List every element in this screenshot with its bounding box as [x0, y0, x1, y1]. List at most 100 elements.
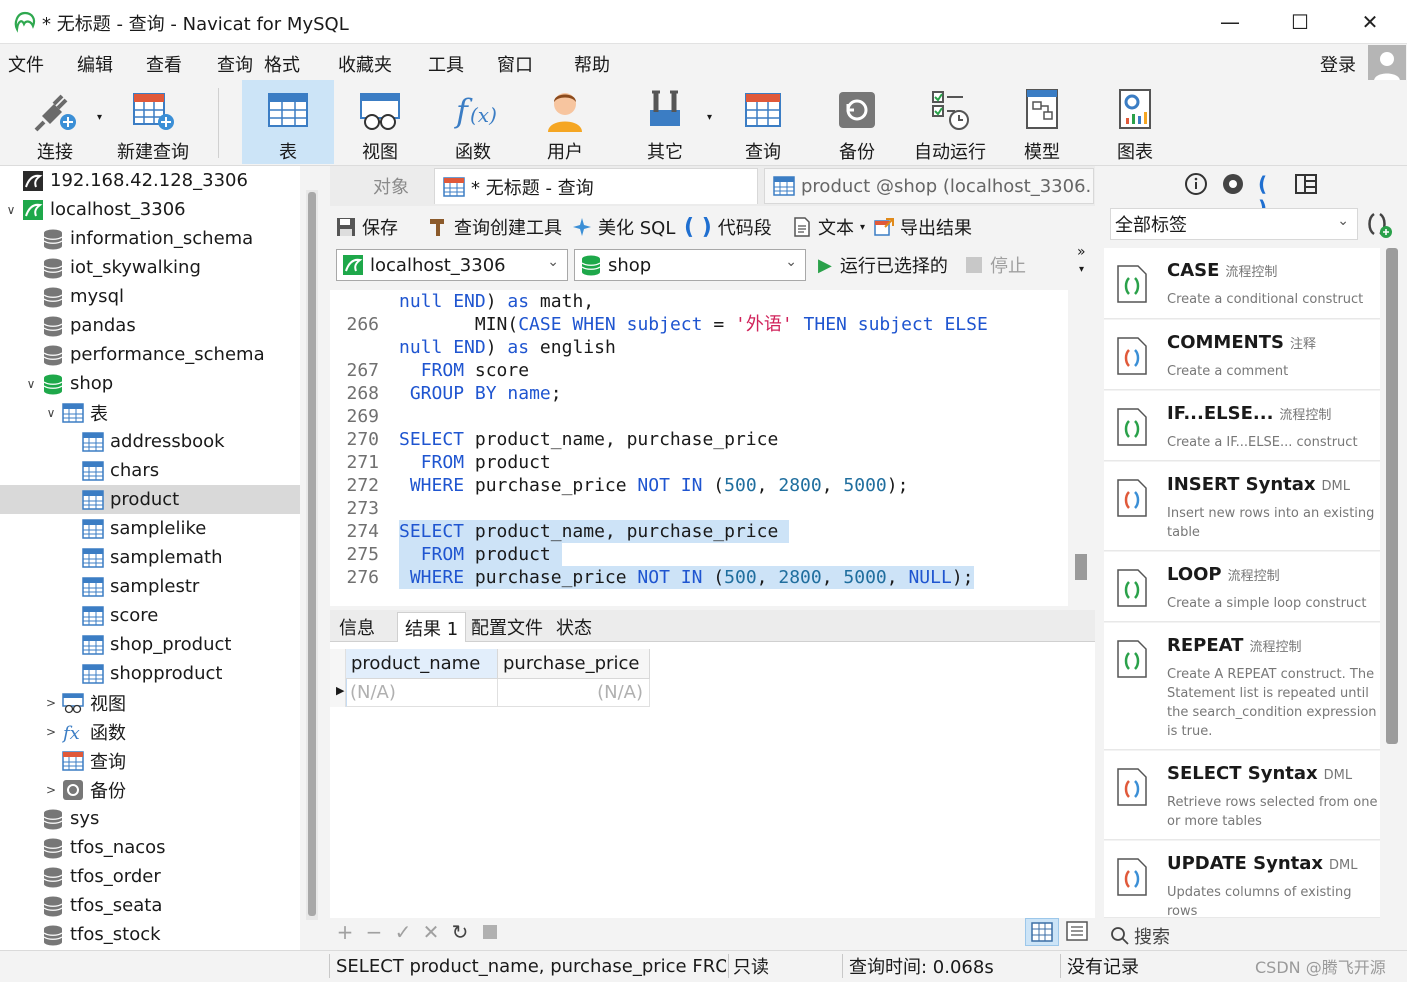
tree-item-database[interactable]: tfos_seata [0, 891, 300, 920]
menu-help[interactable]: 帮助 [574, 51, 610, 77]
editor-scrollbar-thumb[interactable] [1075, 554, 1087, 580]
menu-query[interactable]: 查询 [217, 51, 253, 77]
tree-item-database[interactable]: iot_skywalking [0, 253, 300, 282]
form-view-button[interactable] [1063, 918, 1091, 946]
layout-columns-icon[interactable] [1294, 172, 1318, 196]
delete-record-icon[interactable]: − [362, 920, 386, 944]
tab-status[interactable]: 状态 [549, 612, 599, 642]
menu-format[interactable]: 格式 [264, 51, 300, 77]
connection-select[interactable]: localhost_3306 ⌄ [336, 249, 568, 281]
tree-item-backups-group[interactable]: > 备份 [0, 775, 300, 804]
avatar[interactable] [1368, 45, 1406, 83]
snippet-item[interactable]: IF...ELSE... 流程控制 Create a IF...ELSE... c… [1104, 391, 1380, 461]
text-dropdown-icon[interactable]: ▾ [860, 222, 865, 233]
info-icon[interactable] [1184, 172, 1208, 196]
tab-product-table[interactable]: product @shop (localhost_3306... [764, 168, 1094, 204]
tree-expander[interactable]: > [44, 725, 58, 739]
tab-profile[interactable]: 配置文件 [464, 612, 550, 642]
refresh-icon[interactable]: ↻ [448, 920, 472, 944]
tree-item-database[interactable]: tfos_order [0, 862, 300, 891]
tree-item-database[interactable]: mysql [0, 282, 300, 311]
tab-info[interactable]: 信息 [332, 612, 382, 642]
tree-item-table[interactable]: chars [0, 456, 300, 485]
tab-current-query[interactable]: * 无标题 - 查询 [434, 168, 758, 204]
tree-expander[interactable]: > [44, 783, 58, 797]
stop-button[interactable]: 停止 [966, 250, 1026, 280]
query-builder-button[interactable]: 查询创建工具 [428, 212, 562, 242]
chart-button[interactable]: 图表 [1100, 80, 1170, 164]
backup-button[interactable]: 备份 [822, 80, 892, 164]
close-button[interactable]: ✕ [1335, 0, 1405, 44]
beautify-sql-button[interactable]: 美化 SQL [572, 212, 675, 242]
table-button[interactable]: 表 [242, 80, 334, 164]
model-button[interactable]: 模型 [1007, 80, 1077, 164]
tree-item-table[interactable]: samplemath [0, 543, 300, 572]
apply-changes-icon[interactable]: ✓ [391, 920, 415, 944]
tree-item-table[interactable]: score [0, 601, 300, 630]
new-query-button[interactable]: 新建查询 [110, 80, 196, 164]
snippet-item[interactable]: REPEAT 流程控制 Create A REPEAT construct. Th… [1104, 623, 1380, 750]
preview-eye-icon[interactable] [1221, 172, 1245, 196]
snippet-item[interactable]: SELECT Syntax DML Retrieve rows selected … [1104, 751, 1380, 840]
tree-item-connection-localhost[interactable]: ∨ localhost_3306 [0, 195, 300, 224]
tab-result-1[interactable]: 结果 1 [397, 612, 467, 642]
menu-edit[interactable]: 编辑 [77, 51, 113, 77]
tree-item-database[interactable]: pandas [0, 311, 300, 340]
user-button[interactable]: 用户 [530, 80, 600, 164]
tree-scrollbar-thumb[interactable] [308, 192, 316, 916]
snippet-item[interactable]: UPDATE Syntax DML Updates columns of exis… [1104, 841, 1380, 918]
tree-item-database[interactable]: tfos_nacos [0, 833, 300, 862]
column-header-purchase-price[interactable]: purchase_price [498, 649, 650, 679]
tree-item-table-selected[interactable]: product [0, 485, 300, 514]
run-selected-button[interactable]: ▶ 运行已选择的 [818, 250, 948, 280]
stop-loading-icon[interactable] [478, 920, 502, 944]
tree-item-table[interactable]: addressbook [0, 427, 300, 456]
tree-item-database[interactable]: information_schema [0, 224, 300, 253]
menu-file[interactable]: 文件 [8, 51, 44, 77]
discard-changes-icon[interactable]: ✕ [419, 920, 443, 944]
other-dropdown-icon[interactable]: ▾ [707, 112, 712, 123]
snippet-parentheses-icon[interactable]: ( ) [1258, 172, 1282, 220]
tree-item-tables-group[interactable]: ∨ 表 [0, 398, 300, 427]
tree-item-views-group[interactable]: > 视图 [0, 688, 300, 717]
tree-item-table[interactable]: shopproduct [0, 659, 300, 688]
database-select[interactable]: shop ⌄ [574, 249, 806, 281]
grid-cell[interactable]: (N/A) [498, 679, 650, 707]
column-header-product-name[interactable]: product_name [346, 649, 498, 679]
maximize-button[interactable]: ☐ [1265, 0, 1335, 44]
view-button[interactable]: 视图 [345, 80, 415, 164]
tree-expander[interactable]: ∨ [4, 203, 18, 217]
tree-item-functions-group[interactable]: > fx 函数 [0, 717, 300, 746]
new-snippet-button[interactable] [1364, 208, 1394, 240]
tree-item-table[interactable]: samplelike [0, 514, 300, 543]
menu-view[interactable]: 查看 [146, 51, 182, 77]
toolbar-overflow-dropdown-icon[interactable]: ▾ [1079, 264, 1084, 275]
menu-tools[interactable]: 工具 [428, 51, 464, 77]
query-button[interactable]: 查询 [728, 80, 798, 164]
tree-expander[interactable]: ∨ [24, 377, 38, 391]
tree-item-connection-remote[interactable]: 192.168.42.128_3306 [0, 166, 300, 195]
snippet-item[interactable]: INSERT Syntax DML Insert new rows into an… [1104, 462, 1380, 551]
tab-objects[interactable]: 对象 [352, 168, 430, 204]
tree-item-table[interactable]: shop_product [0, 630, 300, 659]
tree-expander[interactable]: > [44, 696, 58, 710]
add-record-icon[interactable]: + [333, 920, 357, 944]
toolbar-overflow-icon[interactable]: » [1077, 244, 1086, 260]
other-button[interactable]: 其它 [630, 80, 700, 164]
snippet-item[interactable]: CASE 流程控制 Create a conditional construct [1104, 248, 1380, 319]
snippet-item[interactable]: COMMENTS 注释 Create a comment [1104, 320, 1380, 390]
text-button[interactable]: 文本 ▾ [792, 212, 865, 242]
snippet-item[interactable]: LOOP 流程控制 Create a simple loop construct [1104, 552, 1380, 622]
menu-window[interactable]: 窗口 [497, 51, 533, 77]
grid-cell[interactable]: (N/A) [346, 679, 498, 707]
tag-filter-select[interactable]: 全部标签 ⌄ [1110, 208, 1358, 240]
code-snippet-button[interactable]: ( ) 代码段 [684, 212, 772, 242]
tree-item-database-shop[interactable]: ∨ shop [0, 369, 300, 398]
tree-item-database[interactable]: tfos_stock [0, 920, 300, 949]
connect-dropdown-icon[interactable]: ▾ [97, 112, 102, 123]
tree-item-queries-group[interactable]: 查询 [0, 746, 300, 775]
automation-button[interactable]: 自动运行 [910, 80, 990, 164]
grid-view-button[interactable] [1025, 918, 1059, 946]
tree-item-database[interactable]: performance_schema [0, 340, 300, 369]
connect-button[interactable]: 连接 [22, 80, 88, 164]
